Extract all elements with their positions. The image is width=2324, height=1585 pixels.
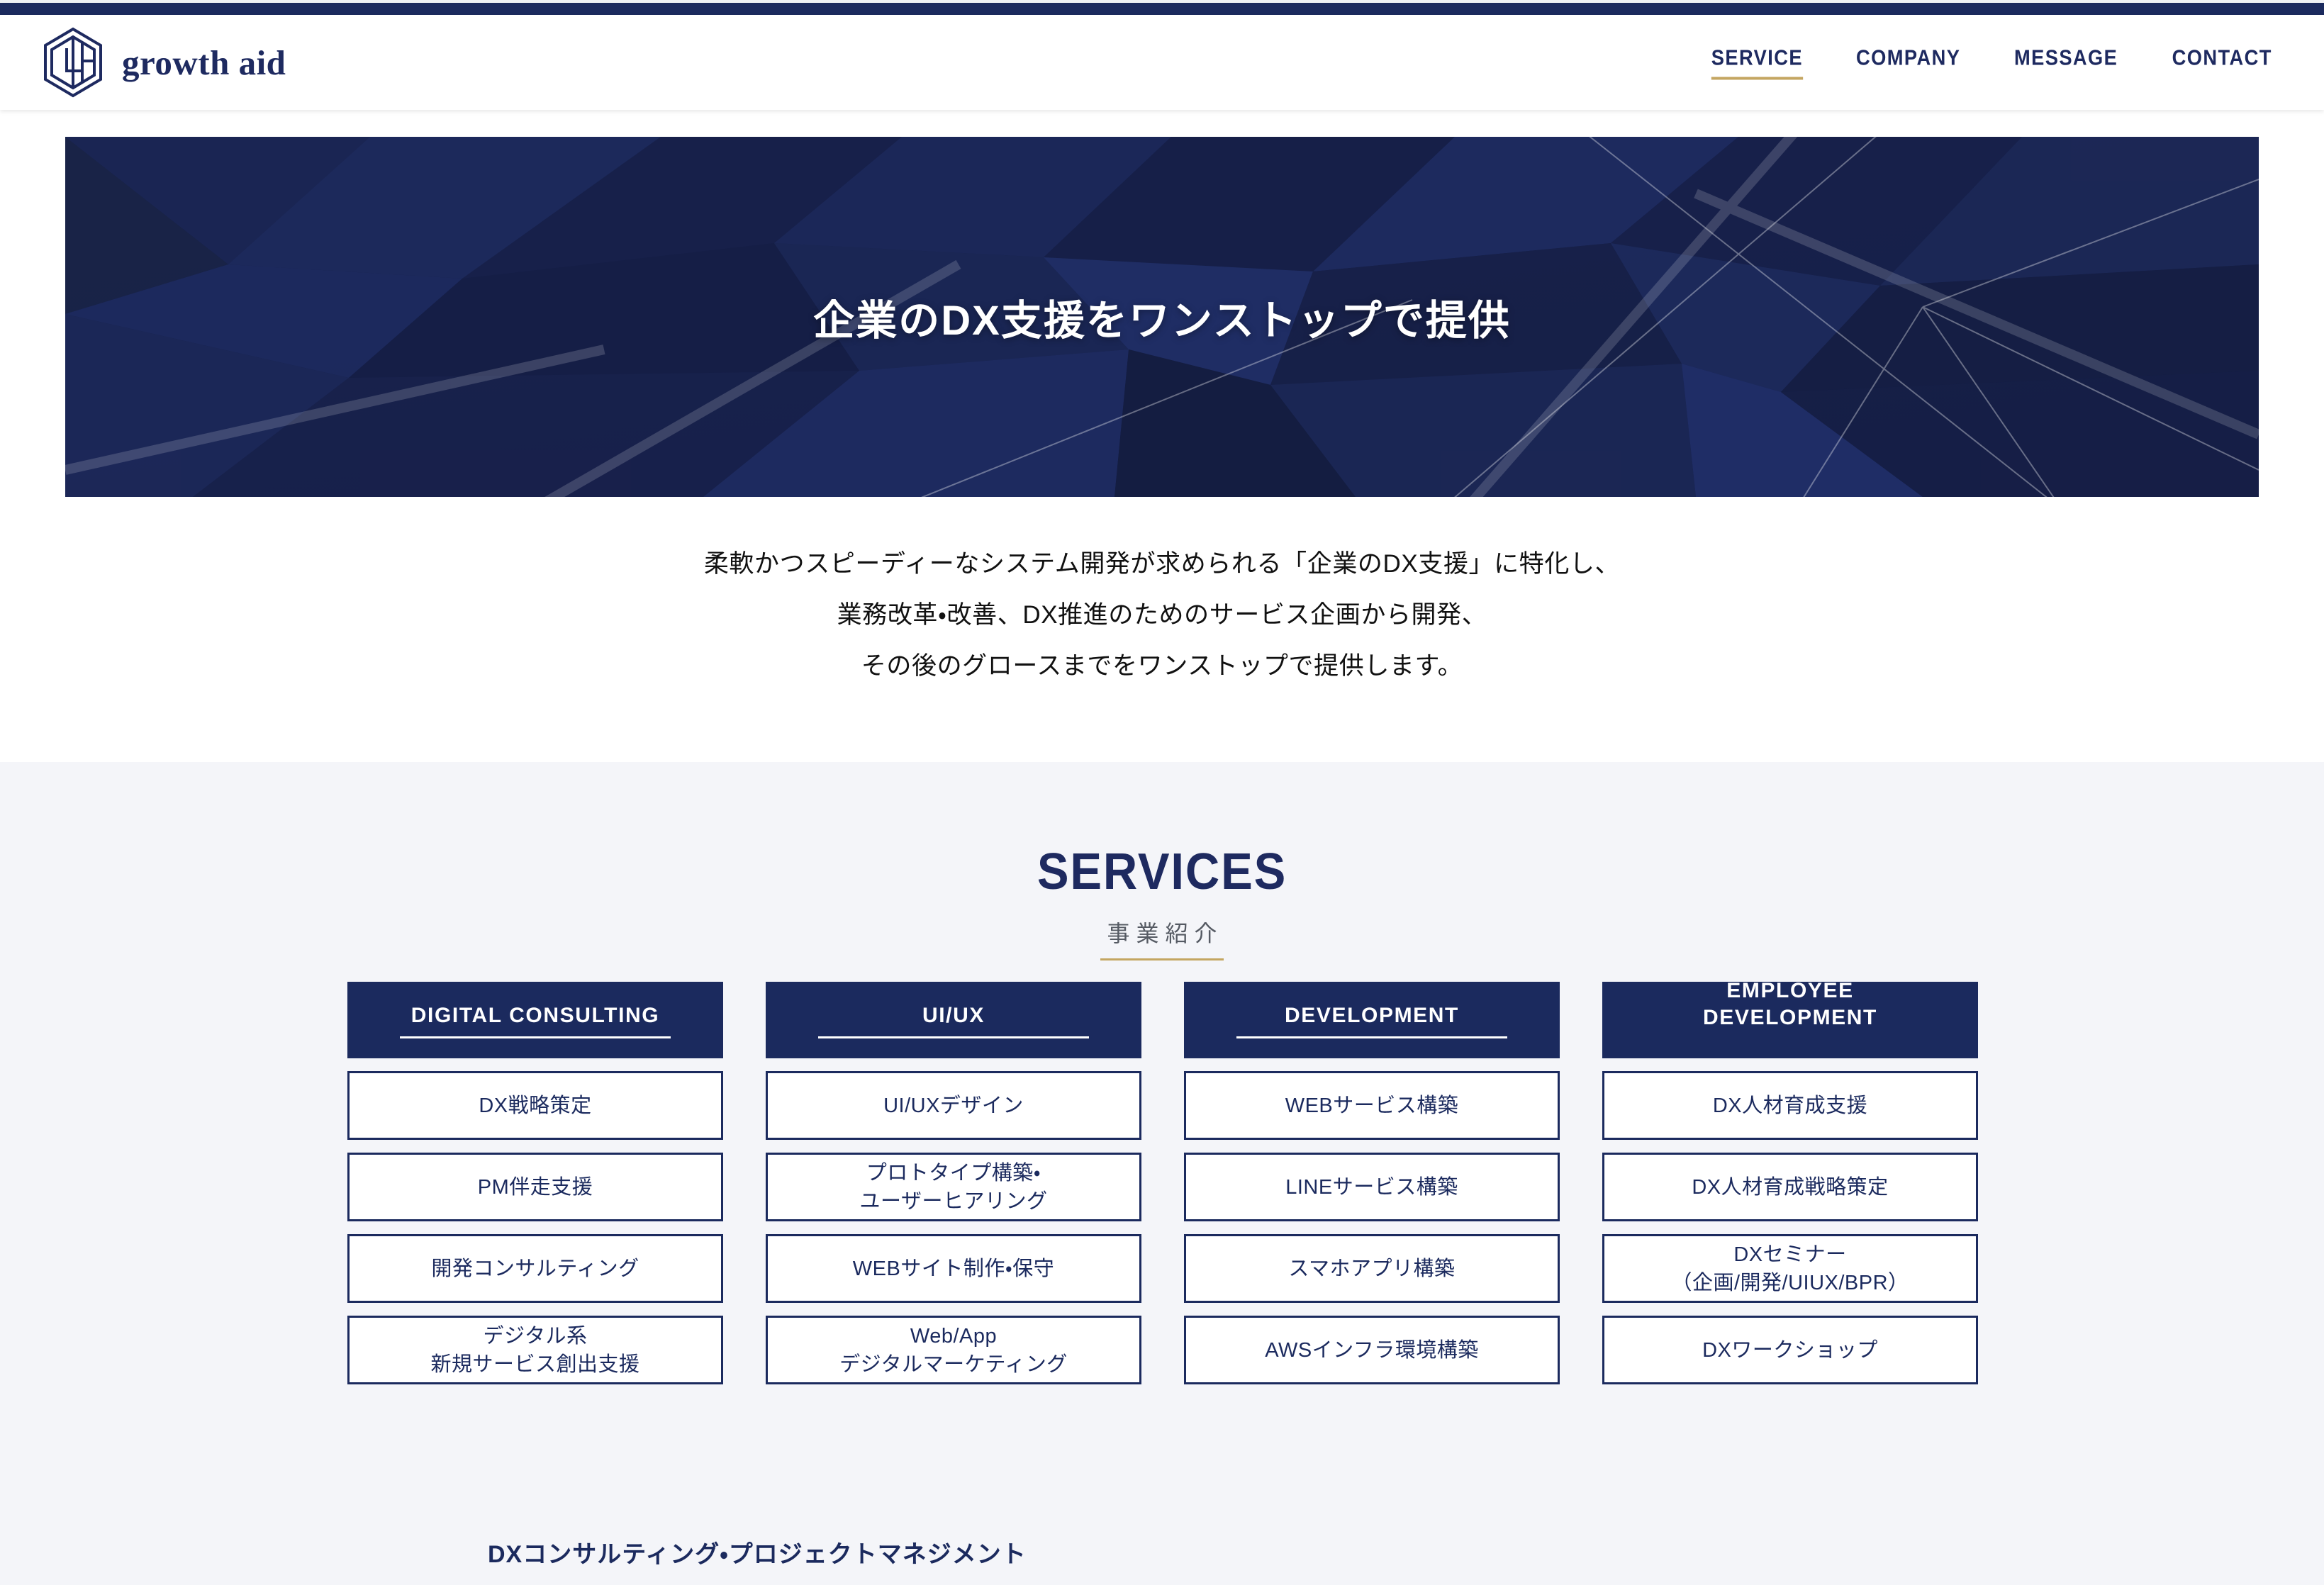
nav-item-service[interactable]: SERVICE	[1711, 45, 1803, 80]
service-item-label: WEBサービス構築	[1285, 1094, 1459, 1117]
top-accent-bar	[0, 3, 2324, 15]
nav-item-company[interactable]: COMPANY	[1856, 45, 1960, 80]
service-item-label: DX人材育成戦略策定	[1692, 1175, 1889, 1199]
service-item[interactable]: WEBサービス構築	[1184, 1071, 1560, 1140]
service-item-label: DX戦略策定	[479, 1094, 592, 1117]
service-column-header: DIGITAL CONSULTING	[347, 982, 723, 1058]
section-title: SERVICES	[1037, 844, 1287, 900]
service-item-label: DX人材育成支援	[1712, 1094, 1868, 1117]
sub-section-heading: DXコンサルティング・プロジェクトマネジメント	[488, 1541, 1027, 1568]
service-item[interactable]: PM伴走支援	[347, 1153, 723, 1221]
service-column-header: UI/UX	[766, 982, 1141, 1058]
service-item-label: UI/UXデザイン	[883, 1094, 1024, 1117]
service-item-label: 開発コンサルティング	[431, 1257, 639, 1280]
service-item[interactable]: DX戦略策定	[347, 1071, 723, 1140]
service-column-header-label: EMPLOYEE DEVELOPMENT	[1703, 979, 1877, 1029]
service-column-digital-consulting: DIGITAL CONSULTING DX戦略策定 PM伴走支援 開発コンサルテ…	[347, 982, 723, 1384]
service-item-label: デジタル系 新規サービス創出支援	[430, 1324, 640, 1376]
services-heading-block: SERVICES 事業紹介	[0, 762, 2324, 960]
service-item[interactable]: スマホアプリ構築	[1184, 1234, 1560, 1303]
service-column-header: DEVELOPMENT	[1184, 982, 1560, 1058]
service-item-label: スマホアプリ構築	[1288, 1257, 1456, 1280]
nav-item-message[interactable]: MESSAGE	[2014, 45, 2118, 80]
service-item[interactable]: DX人材育成戦略策定	[1602, 1153, 1978, 1221]
hero-banner: 企業のDX支援をワンストップで提供	[65, 137, 2259, 497]
intro-line-3: その後のグロースまでをワンストップで提供します。	[861, 652, 1463, 680]
service-item[interactable]: デジタル系 新規サービス創出支援	[347, 1316, 723, 1384]
service-item[interactable]: Web/App デジタルマーケティング	[766, 1316, 1141, 1384]
site-header: growth aid SERVICE COMPANY MESSAGE CONTA…	[0, 15, 2324, 110]
intro-line-1: 柔軟かつスピーディーなシステム開発が求められる「企業のDX支援」に特化し、	[703, 550, 1621, 578]
service-item[interactable]: DXワークショップ	[1602, 1316, 1978, 1384]
hexagon-ga-monogram-icon	[44, 27, 102, 98]
service-item-label: プロトタイプ構築・ ユーザーヒアリング	[859, 1161, 1048, 1213]
page-root: growth aid SERVICE COMPANY MESSAGE CONTA…	[0, 0, 2324, 1585]
brand-name: growth aid	[122, 43, 286, 82]
service-item[interactable]: AWSインフラ環境構築	[1184, 1316, 1560, 1384]
brand-logo-link[interactable]: growth aid	[43, 27, 286, 98]
service-item[interactable]: WEBサイト制作・保守	[766, 1234, 1141, 1303]
service-item-label: LINEサービス構築	[1285, 1175, 1458, 1199]
service-item-label: PM伴走支援	[477, 1175, 593, 1199]
service-column-header-label: UI/UX	[922, 1004, 985, 1027]
service-column-header-label: DIGITAL CONSULTING	[410, 1004, 660, 1027]
hero-title: 企業のDX支援をワンストップで提供	[813, 298, 1511, 344]
header-rule	[1236, 1036, 1507, 1038]
service-column-header: EMPLOYEE DEVELOPMENT	[1602, 979, 1978, 1058]
service-item[interactable]: DX人材育成支援	[1602, 1071, 1978, 1140]
service-card-grid: DIGITAL CONSULTING DX戦略策定 PM伴走支援 開発コンサルテ…	[347, 979, 1978, 1384]
section-subtitle: 事業紹介	[1107, 921, 1224, 946]
intro-line-2: 業務改革・改善、DX推進のためのサービス企画から開発、	[837, 601, 1487, 629]
header-rule	[400, 1036, 671, 1038]
service-item[interactable]: UI/UXデザイン	[766, 1071, 1141, 1140]
service-column-development: DEVELOPMENT WEBサービス構築 LINEサービス構築 スマホアプリ構…	[1184, 982, 1560, 1384]
primary-nav: SERVICE COMPANY MESSAGE CONTACT	[1705, 45, 2279, 80]
service-item-label: WEBサイト制作・保守	[852, 1257, 1055, 1280]
service-item-label: DXワークショップ	[1702, 1338, 1878, 1362]
service-column-header-label: DEVELOPMENT	[1285, 1004, 1459, 1027]
service-item-label: DXセミナー （企画/開発/UIUX/BPR）	[1671, 1243, 1909, 1294]
service-item-label: Web/App デジタルマーケティング	[839, 1324, 1068, 1376]
nav-item-contact[interactable]: CONTACT	[2172, 45, 2272, 80]
service-column-employee-development: EMPLOYEE DEVELOPMENT DX人材育成支援 DX人材育成戦略策定 …	[1602, 979, 1978, 1384]
service-item-label: AWSインフラ環境構築	[1265, 1338, 1479, 1362]
service-item[interactable]: プロトタイプ構築・ ユーザーヒアリング	[766, 1153, 1141, 1221]
service-column-ui-ux: UI/UX UI/UXデザイン プロトタイプ構築・ ユーザーヒアリング WEBサイ…	[766, 982, 1141, 1384]
service-item[interactable]: DXセミナー （企画/開発/UIUX/BPR）	[1602, 1234, 1978, 1303]
intro-paragraph: 柔軟かつスピーディーなシステム開発が求められる「企業のDX支援」に特化し、 業務…	[0, 539, 2324, 692]
section-subtitle-wrap: 事業紹介	[1100, 916, 1224, 960]
service-item[interactable]: LINEサービス構築	[1184, 1153, 1560, 1221]
header-rule	[818, 1036, 1089, 1038]
service-item[interactable]: 開発コンサルティング	[347, 1234, 723, 1303]
